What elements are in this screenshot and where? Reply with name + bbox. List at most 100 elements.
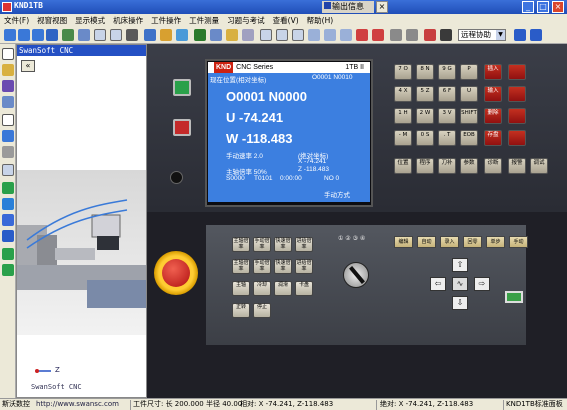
menu-file[interactable]: 文件(F) (0, 14, 33, 26)
key-program[interactable]: 程序 (416, 158, 434, 174)
tool-set-2-icon[interactable] (276, 29, 288, 41)
key-alarm[interactable]: 报警 (508, 158, 526, 174)
close-button[interactable]: × (552, 1, 564, 13)
key-delete[interactable]: 删除 (484, 108, 502, 124)
cut-icon[interactable] (226, 29, 238, 41)
spindle-cw-button[interactable]: 正转 (232, 303, 250, 318)
key-8[interactable]: 8 N (416, 64, 434, 80)
record-icon[interactable] (356, 29, 368, 41)
mode-jog-button[interactable]: 手动 (509, 236, 528, 248)
key-position[interactable]: 位置 (394, 158, 412, 174)
grid-icon[interactable] (2, 230, 14, 242)
page-icon[interactable] (2, 114, 14, 126)
menu-help[interactable]: 帮助(H) (303, 14, 338, 26)
key-1[interactable]: 1 H (394, 108, 412, 124)
key-2[interactable]: 2 W (416, 108, 434, 124)
zoom-fit-icon[interactable] (46, 29, 58, 41)
solid-icon[interactable] (2, 182, 14, 194)
mode-auto-button[interactable]: 自动 (417, 236, 436, 248)
menu-view-window[interactable]: 视窗视图 (33, 14, 71, 26)
power-indicator[interactable] (505, 291, 523, 303)
workpiece-icon[interactable] (194, 29, 206, 41)
key-parameter[interactable]: 参数 (460, 158, 478, 174)
save-file-icon[interactable] (2, 80, 14, 92)
view-side-icon[interactable] (126, 29, 138, 41)
view-box-icon[interactable] (2, 164, 14, 176)
key-7[interactable]: 7 O (394, 64, 412, 80)
tool-set-5-icon[interactable] (324, 29, 336, 41)
record-2-icon[interactable] (372, 29, 384, 41)
new-file-icon[interactable] (2, 48, 14, 60)
tool-set-3-icon[interactable] (292, 29, 304, 41)
machine-viewport[interactable]: SwanSoft CNC « Z SwanSoft CNC (16, 44, 147, 398)
zoom-window-icon[interactable] (32, 29, 44, 41)
tool-set-4-icon[interactable] (308, 29, 320, 41)
key-input[interactable]: 输入 (484, 86, 502, 102)
key-debug[interactable]: 调试 (530, 158, 548, 174)
jog-left-button[interactable]: ⇦ (430, 277, 446, 291)
key-alter[interactable] (508, 86, 526, 102)
coolant-icon[interactable] (210, 29, 222, 41)
jog-down-button[interactable]: ⇩ (452, 296, 468, 310)
key-p[interactable]: P (460, 64, 478, 80)
key-save[interactable]: 存盘 (484, 130, 502, 146)
rapid-override-down-button[interactable]: 快速倍率 (274, 237, 292, 252)
settings-icon[interactable] (2, 146, 14, 158)
mode-step-button[interactable]: 单步 (486, 236, 505, 248)
reset-sim-icon[interactable] (2, 264, 14, 276)
print-icon[interactable] (406, 29, 418, 41)
zoom-in-icon[interactable] (4, 29, 16, 41)
fixture-icon[interactable] (176, 29, 188, 41)
mode-mdi-button[interactable]: 录入 (440, 236, 459, 248)
key-switch[interactable] (170, 171, 183, 184)
shade-icon[interactable] (2, 198, 14, 210)
key-4[interactable]: 4 X (394, 86, 412, 102)
feed-hold-button[interactable] (173, 119, 191, 136)
cut-sim-icon[interactable] (2, 248, 14, 260)
cycle-start-button[interactable] (173, 79, 191, 96)
view-front-icon[interactable] (94, 29, 106, 41)
open-file-icon[interactable] (2, 64, 14, 76)
jog-right-button[interactable]: ⇨ (474, 277, 490, 291)
output-info-window[interactable]: 输出信息 (322, 1, 374, 13)
tool-icon[interactable] (160, 29, 172, 41)
spindle-override-up-button[interactable]: 主轴倍率 (232, 259, 250, 274)
output-info-close-button[interactable]: × (376, 1, 388, 13)
spindle-override-down-button[interactable]: 主轴倍率 (232, 237, 250, 252)
lube-button[interactable]: 润滑 (274, 281, 292, 296)
spindle-stop-button[interactable]: 停止 (253, 303, 271, 318)
window-icon[interactable] (2, 130, 14, 142)
menu-display-mode[interactable]: 显示模式 (71, 14, 109, 26)
layer-icon[interactable] (2, 214, 14, 226)
key-9[interactable]: 9 G (438, 64, 456, 80)
feed-override-up-button[interactable]: 进给倍率 (295, 259, 313, 274)
menu-machine-op[interactable]: 机床操作 (109, 14, 147, 26)
rotate-view-icon[interactable] (62, 29, 74, 41)
play-icon[interactable] (514, 29, 526, 41)
key-0[interactable]: 0 S (416, 130, 434, 146)
spindle-button[interactable]: 主轴 (232, 281, 250, 296)
maximize-button[interactable]: □ (537, 1, 549, 13)
key-3[interactable]: 3 V (438, 108, 456, 124)
pan-view-icon[interactable] (78, 29, 90, 41)
edit-icon[interactable] (2, 96, 14, 108)
tool-set-1-icon[interactable] (260, 29, 272, 41)
mode-home-button[interactable]: 回零 (463, 236, 482, 248)
collapse-panel-button[interactable]: « (21, 60, 35, 72)
feed-override-knob[interactable] (343, 262, 369, 288)
menu-exercise-exam[interactable]: 习题与考试 (223, 14, 269, 26)
rapid-traverse-button[interactable]: ∿ (452, 277, 468, 291)
minimize-button[interactable]: _ (522, 1, 534, 13)
coolant-button[interactable]: 冷却 (253, 281, 271, 296)
zoom-out-icon[interactable] (18, 29, 30, 41)
remote-icon[interactable] (440, 29, 452, 41)
mode-edit-button[interactable]: 编辑 (394, 236, 413, 248)
key-5[interactable]: 5 Z (416, 86, 434, 102)
stop-icon[interactable] (530, 29, 542, 41)
key-u[interactable]: U (460, 86, 478, 102)
key-insert[interactable]: 插入 (484, 64, 502, 80)
jog-override-down-button[interactable]: 手动倍率 (253, 237, 271, 252)
display-icon[interactable] (144, 29, 156, 41)
key-6[interactable]: 6 F (438, 86, 456, 102)
menu-view[interactable]: 查看(V) (269, 14, 303, 26)
